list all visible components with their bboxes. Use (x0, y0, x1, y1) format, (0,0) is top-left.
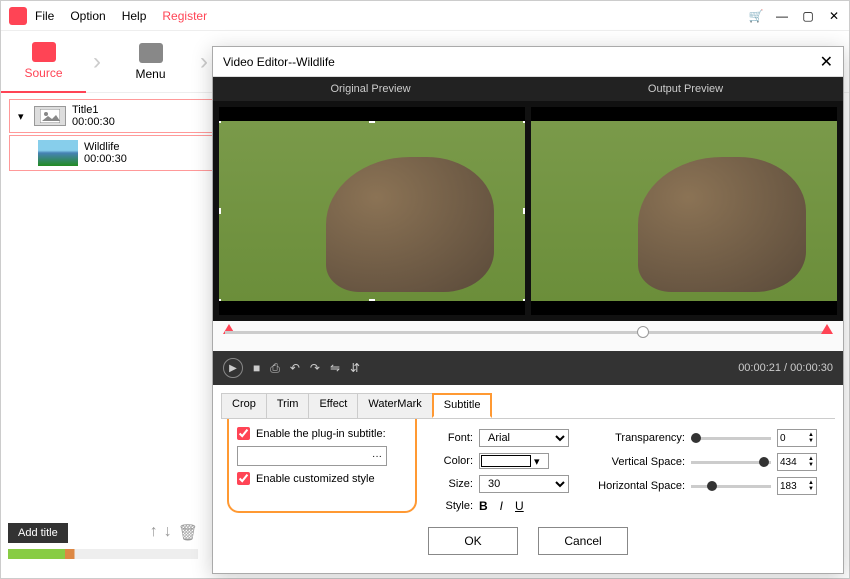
hspace-spinbox[interactable]: 183▲▼ (777, 477, 817, 495)
subtitle-enable-group: Enable the plug-in subtitle: ··· Enable … (227, 419, 417, 513)
add-title-button[interactable]: Add title (8, 523, 68, 543)
flip-h-icon[interactable]: ⇋ (330, 361, 340, 375)
style-label: Style: (433, 500, 473, 512)
edit-tabs: Crop Trim Effect WaterMark Subtitle (221, 393, 835, 419)
cart-icon[interactable]: 🛒 (749, 9, 763, 23)
title-thumb (34, 106, 66, 126)
cancel-button[interactable]: Cancel (538, 527, 628, 555)
flip-v-icon[interactable]: ⇵ (350, 361, 360, 375)
bottom-bar: Add title ↑ ↓ 🗑 (8, 523, 198, 559)
subtitle-path-input[interactable]: ··· (237, 446, 387, 466)
stop-button[interactable]: ■ (253, 361, 260, 375)
enable-plugin-label: Enable the plug-in subtitle: (256, 428, 386, 440)
position-group: Transparency: 0▲▼ Vertical Space: 434▲▼ … (585, 429, 817, 513)
transparency-spinbox[interactable]: 0▲▼ (777, 429, 817, 447)
hspace-label: Horizontal Space: (585, 480, 685, 492)
size-select[interactable]: 30 (479, 475, 569, 493)
playhead[interactable] (637, 326, 649, 338)
chevron-icon: › (86, 31, 108, 93)
move-up-icon[interactable]: ↑ (150, 523, 158, 543)
size-label: Size: (433, 478, 473, 490)
tab-crop[interactable]: Crop (221, 393, 267, 418)
dialog-buttons: OK Cancel (213, 519, 843, 563)
tab-label: Menu (135, 67, 165, 81)
timeline[interactable] (8, 549, 198, 559)
enable-style-checkbox[interactable] (237, 472, 250, 485)
preview-header: Original Preview Output Preview (213, 77, 843, 101)
vspace-slider[interactable] (691, 461, 771, 464)
menu-help[interactable]: Help (122, 9, 147, 23)
timecode: 00:00:21 / 00:00:30 (738, 362, 833, 374)
font-select[interactable]: Arial (479, 429, 569, 447)
preview-area (213, 101, 843, 321)
rotate-right-icon[interactable]: ↷ (310, 361, 320, 375)
trim-end-marker[interactable] (821, 324, 833, 334)
color-label: Color: (433, 455, 473, 467)
timeline-slider[interactable] (213, 321, 843, 351)
font-group: Font: Arial Color: ▾ Size: 30 Style: B I… (433, 429, 569, 513)
video-editor-dialog: Video Editor--Wildlife ✕ Original Previe… (212, 46, 844, 574)
rotate-left-icon[interactable]: ↶ (290, 361, 300, 375)
transparency-label: Transparency: (585, 432, 685, 444)
menu-icon (139, 43, 163, 63)
clip-thumb (38, 140, 78, 166)
bold-button[interactable]: B (479, 499, 488, 513)
subtitle-options: Enable the plug-in subtitle: ··· Enable … (213, 419, 843, 519)
menu-option[interactable]: Option (70, 9, 105, 23)
dialog-close-icon[interactable]: ✕ (820, 52, 833, 72)
tab-watermark[interactable]: WaterMark (357, 393, 432, 418)
underline-button[interactable]: U (515, 499, 524, 513)
minimize-icon[interactable]: — (775, 9, 789, 23)
original-preview[interactable] (219, 107, 525, 315)
vspace-spinbox[interactable]: 434▲▼ (777, 453, 817, 471)
output-preview (531, 107, 837, 315)
output-label: Output Preview (528, 77, 843, 101)
menu-file[interactable]: File (35, 9, 54, 23)
ok-button[interactable]: OK (428, 527, 518, 555)
italic-button[interactable]: I (500, 499, 503, 513)
playback-controls: ▶ ■ ⎙ ↶ ↷ ⇋ ⇵ 00:00:21 / 00:00:30 (213, 351, 843, 385)
play-button[interactable]: ▶ (223, 358, 243, 378)
titlebar: File Option Help Register 🛒 — ▢ ✕ (1, 1, 849, 31)
tab-effect[interactable]: Effect (308, 393, 358, 418)
move-down-icon[interactable]: ↓ (164, 523, 172, 543)
trash-icon[interactable]: 🗑 (178, 523, 198, 543)
tab-source[interactable]: Source (1, 31, 86, 93)
transparency-slider[interactable] (691, 437, 771, 440)
app-logo (9, 7, 27, 25)
tab-menu[interactable]: Menu (108, 31, 193, 93)
vspace-label: Vertical Space: (585, 456, 685, 468)
tab-trim[interactable]: Trim (266, 393, 310, 418)
color-picker[interactable]: ▾ (479, 453, 549, 469)
browse-icon[interactable]: ··· (372, 451, 382, 462)
dialog-titlebar: Video Editor--Wildlife ✕ (213, 47, 843, 77)
expand-icon[interactable]: ▾ (18, 110, 30, 123)
maximize-icon[interactable]: ▢ (801, 9, 815, 23)
hspace-slider[interactable] (691, 485, 771, 488)
snapshot-button[interactable]: ⎙ (270, 361, 280, 376)
tab-subtitle[interactable]: Subtitle (432, 393, 493, 418)
crop-frame[interactable] (219, 121, 525, 301)
tab-label: Source (24, 66, 62, 80)
enable-style-label: Enable customized style (256, 473, 375, 485)
original-label: Original Preview (213, 77, 528, 101)
menu-register[interactable]: Register (162, 9, 207, 23)
font-label: Font: (433, 432, 473, 444)
dialog-title: Video Editor--Wildlife (223, 55, 335, 69)
enable-plugin-checkbox[interactable] (237, 427, 250, 440)
close-icon[interactable]: ✕ (827, 9, 841, 23)
source-icon (32, 42, 56, 62)
